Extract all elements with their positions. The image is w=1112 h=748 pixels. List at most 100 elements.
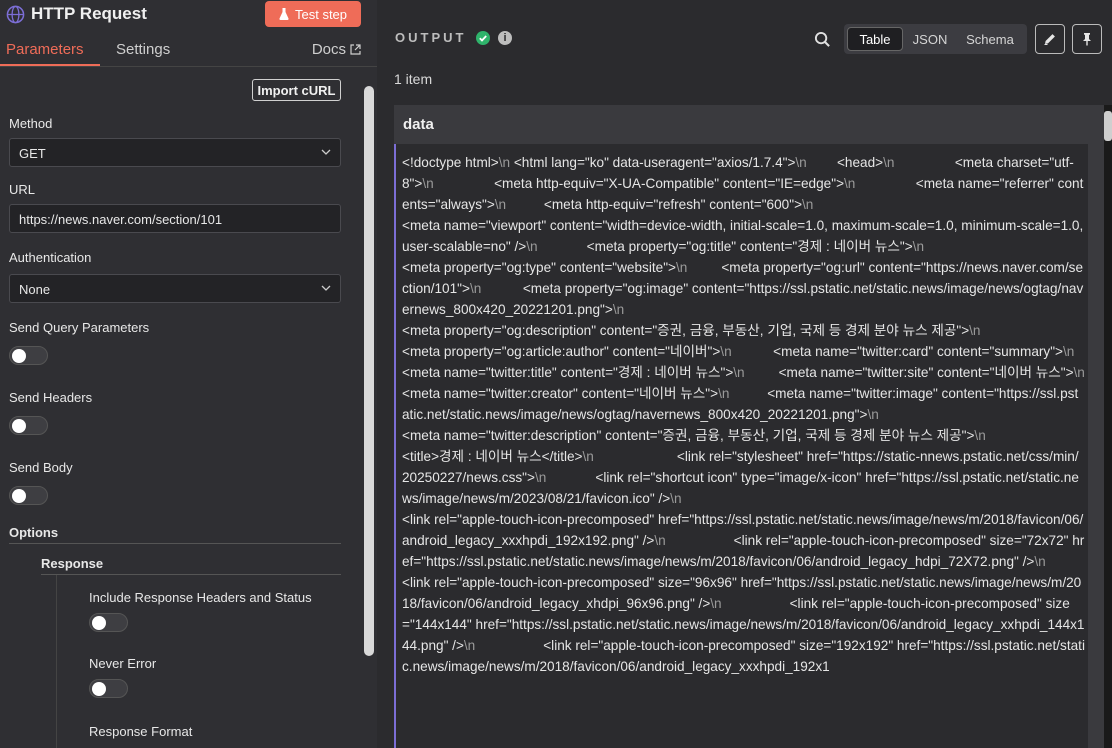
response-heading: Response xyxy=(41,556,104,571)
content-segment: <head> xyxy=(806,155,884,170)
newline-marker: \n xyxy=(612,302,625,317)
search-icon[interactable] xyxy=(814,31,831,48)
newline-marker: \n xyxy=(654,533,666,548)
toggle-knob xyxy=(92,615,106,630)
html-content: <!doctype html> \n <html lang="ko" data-u… xyxy=(402,152,1085,677)
content-segment: <meta property="og:type" content="websit… xyxy=(402,260,676,275)
content-segment: <meta property="og:title" content="경제 : … xyxy=(537,239,913,254)
content-line: <!doctype html>\n <html lang="ko" data-u… xyxy=(402,152,1085,215)
content-segment: <meta name="twitter:site" content="네이버 뉴… xyxy=(744,365,1074,380)
content-line: <meta property="og:article:author" conte… xyxy=(402,341,1085,425)
content-segment: <link rel="apple-touch-icon-precomposed"… xyxy=(402,638,1085,674)
content-line: <meta property="og:description" content=… xyxy=(402,320,1085,341)
options-heading: Options xyxy=(9,525,59,540)
node-title: HTTP Request xyxy=(31,4,147,23)
test-step-label: Test step xyxy=(294,6,348,22)
method-select[interactable]: GET xyxy=(9,138,341,167)
newline-marker: \n xyxy=(422,176,434,191)
edit-output-button[interactable] xyxy=(1035,24,1065,54)
newline-marker: \n xyxy=(718,386,730,401)
pin-icon xyxy=(1083,33,1091,46)
newline-marker: \n xyxy=(710,596,722,611)
output-table: data <!doctype html> \n <html lang="ko" d… xyxy=(394,105,1107,748)
content-segment: <meta http-equiv="refresh" content="600"… xyxy=(506,197,803,212)
options-divider xyxy=(9,543,341,544)
check-circle-icon xyxy=(476,31,490,45)
parameters-scrollbar[interactable] xyxy=(364,86,374,656)
never-error-label: Never Error xyxy=(89,656,157,671)
content-segment: <meta name="twitter:card" content="summa… xyxy=(731,344,1063,359)
docs-label: Docs xyxy=(311,41,346,58)
newline-marker: \n xyxy=(1034,554,1046,569)
newline-marker: \n xyxy=(883,155,895,170)
never-error-toggle[interactable] xyxy=(89,679,128,698)
test-step-button[interactable]: Test step xyxy=(265,1,361,27)
newline-marker: \n xyxy=(582,449,594,464)
send-body-label: Send Body xyxy=(9,460,73,475)
newline-marker: \n xyxy=(802,197,814,212)
authentication-label: Authentication xyxy=(9,250,92,265)
view-schema-button[interactable]: Schema xyxy=(956,27,1024,51)
url-value: https://news.naver.com/section/101 xyxy=(19,212,223,227)
response-format-label: Response Format xyxy=(89,724,193,739)
info-icon[interactable]: i xyxy=(498,31,512,45)
content-segment: <meta property="og:image" content="https… xyxy=(402,281,1084,317)
tab-parameters[interactable]: Parameters xyxy=(6,41,84,58)
newline-marker: \n xyxy=(469,281,482,296)
send-query-label: Send Query Parameters xyxy=(9,320,150,335)
include-headers-toggle[interactable] xyxy=(89,613,128,632)
panel-tabs: Parameters Settings Docs xyxy=(0,34,377,67)
content-line: <meta property="og:type" content="websit… xyxy=(402,257,1085,320)
pencil-icon xyxy=(1044,34,1055,45)
table-cell[interactable]: <!doctype html> \n <html lang="ko" data-u… xyxy=(394,144,1088,748)
send-headers-toggle[interactable] xyxy=(9,416,48,435)
import-curl-button[interactable]: Import cURL xyxy=(252,79,341,101)
content-segment: <meta http-equiv="X-UA-Compatible" conte… xyxy=(433,176,845,191)
method-label: Method xyxy=(9,116,53,131)
newline-marker: \n xyxy=(912,239,925,254)
external-link-icon xyxy=(350,44,361,55)
docs-link[interactable]: Docs xyxy=(312,41,361,58)
url-label: URL xyxy=(9,182,36,197)
table-header: data xyxy=(394,105,1107,144)
content-line: <meta name="viewport" content="width=dev… xyxy=(402,215,1085,257)
content-line: <title>경제 : 네이버 뉴스</title>\n <link rel="… xyxy=(402,446,1085,509)
newline-marker: \n xyxy=(498,155,511,170)
newline-marker: \n xyxy=(526,239,538,254)
output-panel: OUTPUT i Table JSON Schema 1 item data <… xyxy=(377,0,1112,748)
authentication-select[interactable]: None xyxy=(9,274,341,303)
content-segment: <title>경제 : 네이버 뉴스</title> xyxy=(402,449,583,464)
node-header: HTTP Request Test step xyxy=(0,0,377,30)
newline-marker: \n xyxy=(867,407,879,422)
send-query-toggle[interactable] xyxy=(9,346,48,365)
tab-settings[interactable]: Settings xyxy=(116,41,170,58)
authentication-value: None xyxy=(19,282,51,297)
newline-marker: \n xyxy=(974,428,986,443)
newline-marker: \n xyxy=(1073,365,1085,380)
toggle-knob xyxy=(12,418,26,433)
send-headers-label: Send Headers xyxy=(9,390,93,405)
send-body-toggle[interactable] xyxy=(9,486,48,505)
view-table-button[interactable]: Table xyxy=(847,27,903,51)
scrollbar-thumb[interactable] xyxy=(1104,111,1112,141)
method-value: GET xyxy=(19,146,46,161)
column-header-data: data xyxy=(403,116,434,133)
output-scrollbar[interactable] xyxy=(1104,105,1112,748)
flask-icon xyxy=(279,8,289,20)
newline-marker: \n xyxy=(494,197,507,212)
toggle-knob xyxy=(12,488,26,503)
chevron-down-icon xyxy=(321,285,331,291)
active-tab-indicator xyxy=(0,64,100,66)
newline-marker: \n xyxy=(844,176,856,191)
content-segment: <meta name="twitter:description" content… xyxy=(402,428,975,443)
response-divider xyxy=(41,574,341,575)
url-input[interactable]: https://news.naver.com/section/101 xyxy=(9,204,341,233)
newline-marker: \n xyxy=(795,155,807,170)
parameters-panel: HTTP Request Test step Parameters Settin… xyxy=(0,0,377,748)
view-json-button[interactable]: JSON xyxy=(906,27,954,51)
toggle-knob xyxy=(12,348,26,363)
pin-output-button[interactable] xyxy=(1072,24,1102,54)
newline-marker: \n xyxy=(720,344,732,359)
content-segment: <html lang="ko" data-useragent="axios/1.… xyxy=(510,155,796,170)
newline-marker: \n xyxy=(733,365,745,380)
